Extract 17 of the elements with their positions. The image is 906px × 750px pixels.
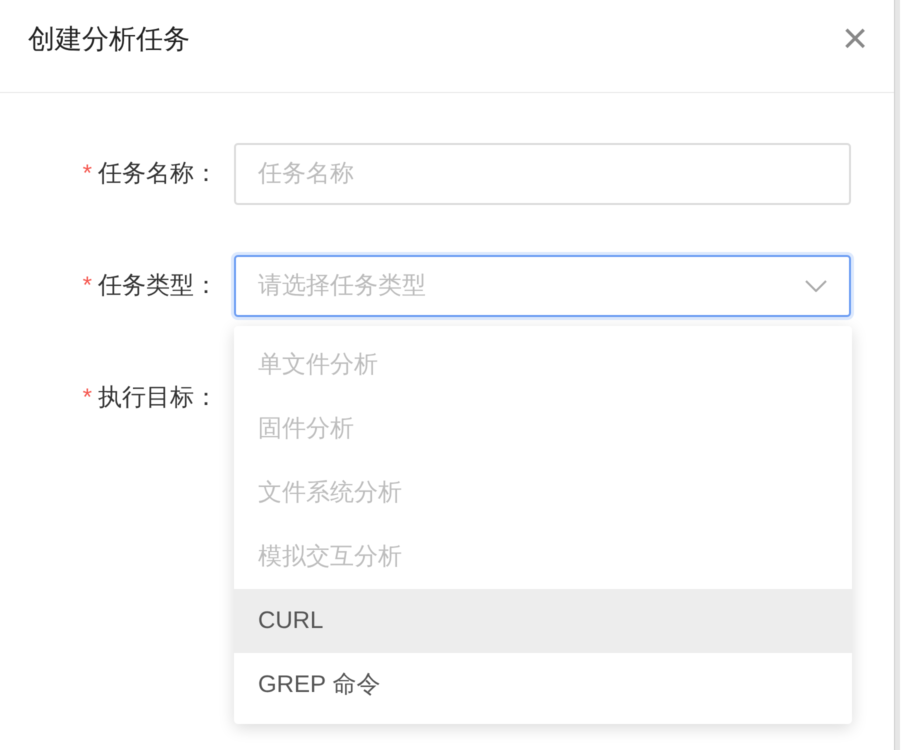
dropdown-option: 固件分析	[234, 397, 852, 461]
required-mark: *	[82, 271, 92, 301]
close-button[interactable]: ×	[838, 17, 872, 61]
dropdown-option[interactable]: GREP 命令	[234, 653, 852, 717]
scrollbar[interactable]	[894, 0, 900, 750]
required-mark: *	[82, 159, 92, 189]
dropdown-option: 文件系统分析	[234, 461, 852, 525]
dropdown-option: 单文件分析	[234, 333, 852, 397]
dialog-title: 创建分析任务	[28, 22, 190, 56]
field-label: 任务名称：	[98, 159, 218, 189]
required-mark: *	[82, 383, 92, 413]
text-field[interactable]: 任务名称	[234, 143, 851, 205]
field-label: 执行目标：	[98, 383, 218, 413]
dropdown-option: 模拟交互分析	[234, 525, 852, 589]
dropdown-option[interactable]: CURL	[234, 589, 852, 653]
chevron-down-icon	[805, 280, 827, 292]
field-label: 任务类型：	[98, 271, 218, 301]
